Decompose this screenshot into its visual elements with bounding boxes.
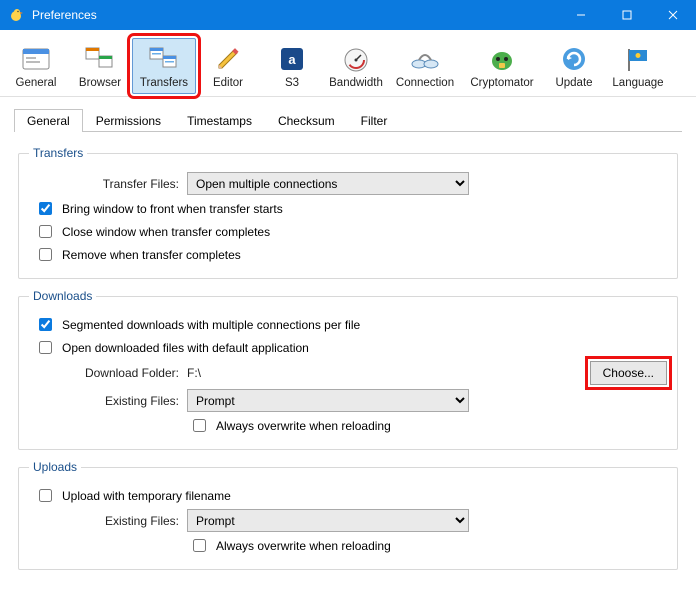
dl-existing-label: Existing Files: xyxy=(29,394,179,408)
svg-text:a: a xyxy=(288,52,296,67)
connection-icon xyxy=(409,43,441,75)
dl-overwrite-checkbox[interactable]: Always overwrite when reloading xyxy=(189,416,667,435)
downloads-legend: Downloads xyxy=(29,289,96,303)
content-pane: Transfers Transfer Files: Open multiple … xyxy=(0,132,696,590)
toolbar-transfers[interactable]: Transfers xyxy=(132,38,196,94)
tab-checksum[interactable]: Checksum xyxy=(265,109,348,132)
download-folder-value: F:\ xyxy=(187,366,582,380)
transfer-files-select[interactable]: Open multiple connections xyxy=(187,172,469,195)
window-title: Preferences xyxy=(32,8,558,22)
tab-filter[interactable]: Filter xyxy=(348,109,401,132)
maximize-button[interactable] xyxy=(604,0,650,30)
close-button[interactable] xyxy=(650,0,696,30)
close-complete-checkbox[interactable]: Close window when transfer completes xyxy=(35,222,667,241)
segmented-checkbox[interactable]: Segmented downloads with multiple connec… xyxy=(35,315,667,334)
tab-permissions[interactable]: Permissions xyxy=(83,109,174,132)
tab-general[interactable]: General xyxy=(14,109,83,132)
uploads-group: Uploads Upload with temporary filename E… xyxy=(18,460,678,570)
downloads-group: Downloads Segmented downloads with multi… xyxy=(18,289,678,450)
preferences-toolbar: General Browser Transfers Editor a S3 Ba… xyxy=(0,30,696,97)
uploads-legend: Uploads xyxy=(29,460,81,474)
update-icon xyxy=(558,43,590,75)
ul-existing-label: Existing Files: xyxy=(29,514,179,528)
transfer-files-label: Transfer Files: xyxy=(29,177,179,191)
titlebar: Preferences xyxy=(0,0,696,30)
toolbar-cryptomator[interactable]: Cryptomator xyxy=(462,38,542,94)
minimize-button[interactable] xyxy=(558,0,604,30)
toolbar-editor[interactable]: Editor xyxy=(196,38,260,94)
toolbar-bandwidth[interactable]: Bandwidth xyxy=(324,38,388,94)
app-icon xyxy=(8,7,24,23)
flag-icon xyxy=(622,43,654,75)
temp-filename-checkbox[interactable]: Upload with temporary filename xyxy=(35,486,667,505)
tab-timestamps[interactable]: Timestamps xyxy=(174,109,265,132)
toolbar-update[interactable]: Update xyxy=(542,38,606,94)
general-icon xyxy=(20,43,52,75)
toolbar-s3[interactable]: a S3 xyxy=(260,38,324,94)
toolbar-browser[interactable]: Browser xyxy=(68,38,132,94)
pencil-icon xyxy=(212,43,244,75)
transfers-legend: Transfers xyxy=(29,146,87,160)
toolbar-connection[interactable]: Connection xyxy=(388,38,462,94)
ul-existing-select[interactable]: Prompt xyxy=(187,509,469,532)
transfers-group: Transfers Transfer Files: Open multiple … xyxy=(18,146,678,279)
choose-button[interactable]: Choose... xyxy=(590,361,667,385)
browser-icon xyxy=(84,43,116,75)
ul-overwrite-checkbox[interactable]: Always overwrite when reloading xyxy=(189,536,667,555)
download-folder-label: Download Folder: xyxy=(29,366,179,380)
toolbar-general[interactable]: General xyxy=(4,38,68,94)
s3-icon: a xyxy=(276,43,308,75)
remove-complete-checkbox[interactable]: Remove when transfer completes xyxy=(35,245,667,264)
bring-front-checkbox[interactable]: Bring window to front when transfer star… xyxy=(35,199,667,218)
transfers-icon xyxy=(148,43,180,75)
dl-existing-select[interactable]: Prompt xyxy=(187,389,469,412)
toolbar-language[interactable]: Language xyxy=(606,38,670,94)
cryptomator-icon xyxy=(486,43,518,75)
gauge-icon xyxy=(340,43,372,75)
open-default-checkbox[interactable]: Open downloaded files with default appli… xyxy=(35,338,667,357)
subtab-strip: General Permissions Timestamps Checksum … xyxy=(0,97,696,132)
